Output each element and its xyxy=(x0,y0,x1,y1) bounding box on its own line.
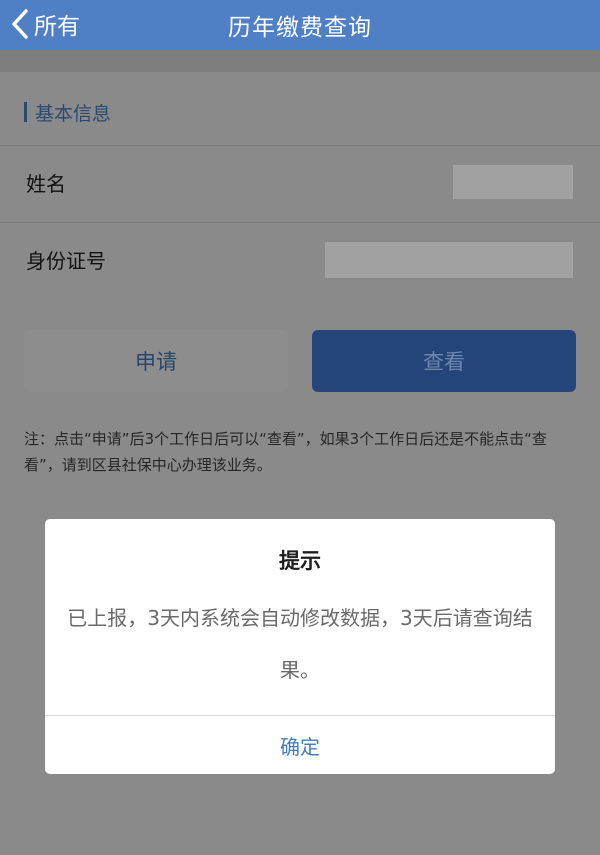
field-label-id: 身份证号 xyxy=(26,249,106,273)
view-button[interactable]: 查看 xyxy=(312,330,576,392)
navbar: 所有 历年缴费查询 xyxy=(0,0,600,50)
section-bar xyxy=(24,102,27,122)
dialog-message: 已上报，3天内系统会自动修改数据，3天后请查询结果。 xyxy=(67,606,533,682)
alert-dialog: 提示 已上报，3天内系统会自动修改数据，3天后请查询结果。 确定 xyxy=(45,519,555,774)
note-text: 注：点击“申请”后3个工作日后可以“查看”，如果3个工作日后还是不能点击“查看”… xyxy=(24,430,547,474)
dialog-title: 提示 xyxy=(279,549,321,573)
id-value-redacted xyxy=(325,242,573,278)
section-header: 基本信息 xyxy=(24,102,111,125)
field-row-name: 姓名 xyxy=(0,145,600,222)
name-value-redacted xyxy=(453,165,573,199)
page-title: 历年缴费查询 xyxy=(228,15,372,41)
field-row-id: 身份证号 xyxy=(0,222,600,299)
section-title: 基本信息 xyxy=(35,102,112,125)
apply-button[interactable]: 申请 xyxy=(24,330,288,392)
field-label-name: 姓名 xyxy=(26,172,66,196)
confirm-button[interactable]: 确定 xyxy=(45,716,555,774)
top-strip xyxy=(0,50,600,72)
